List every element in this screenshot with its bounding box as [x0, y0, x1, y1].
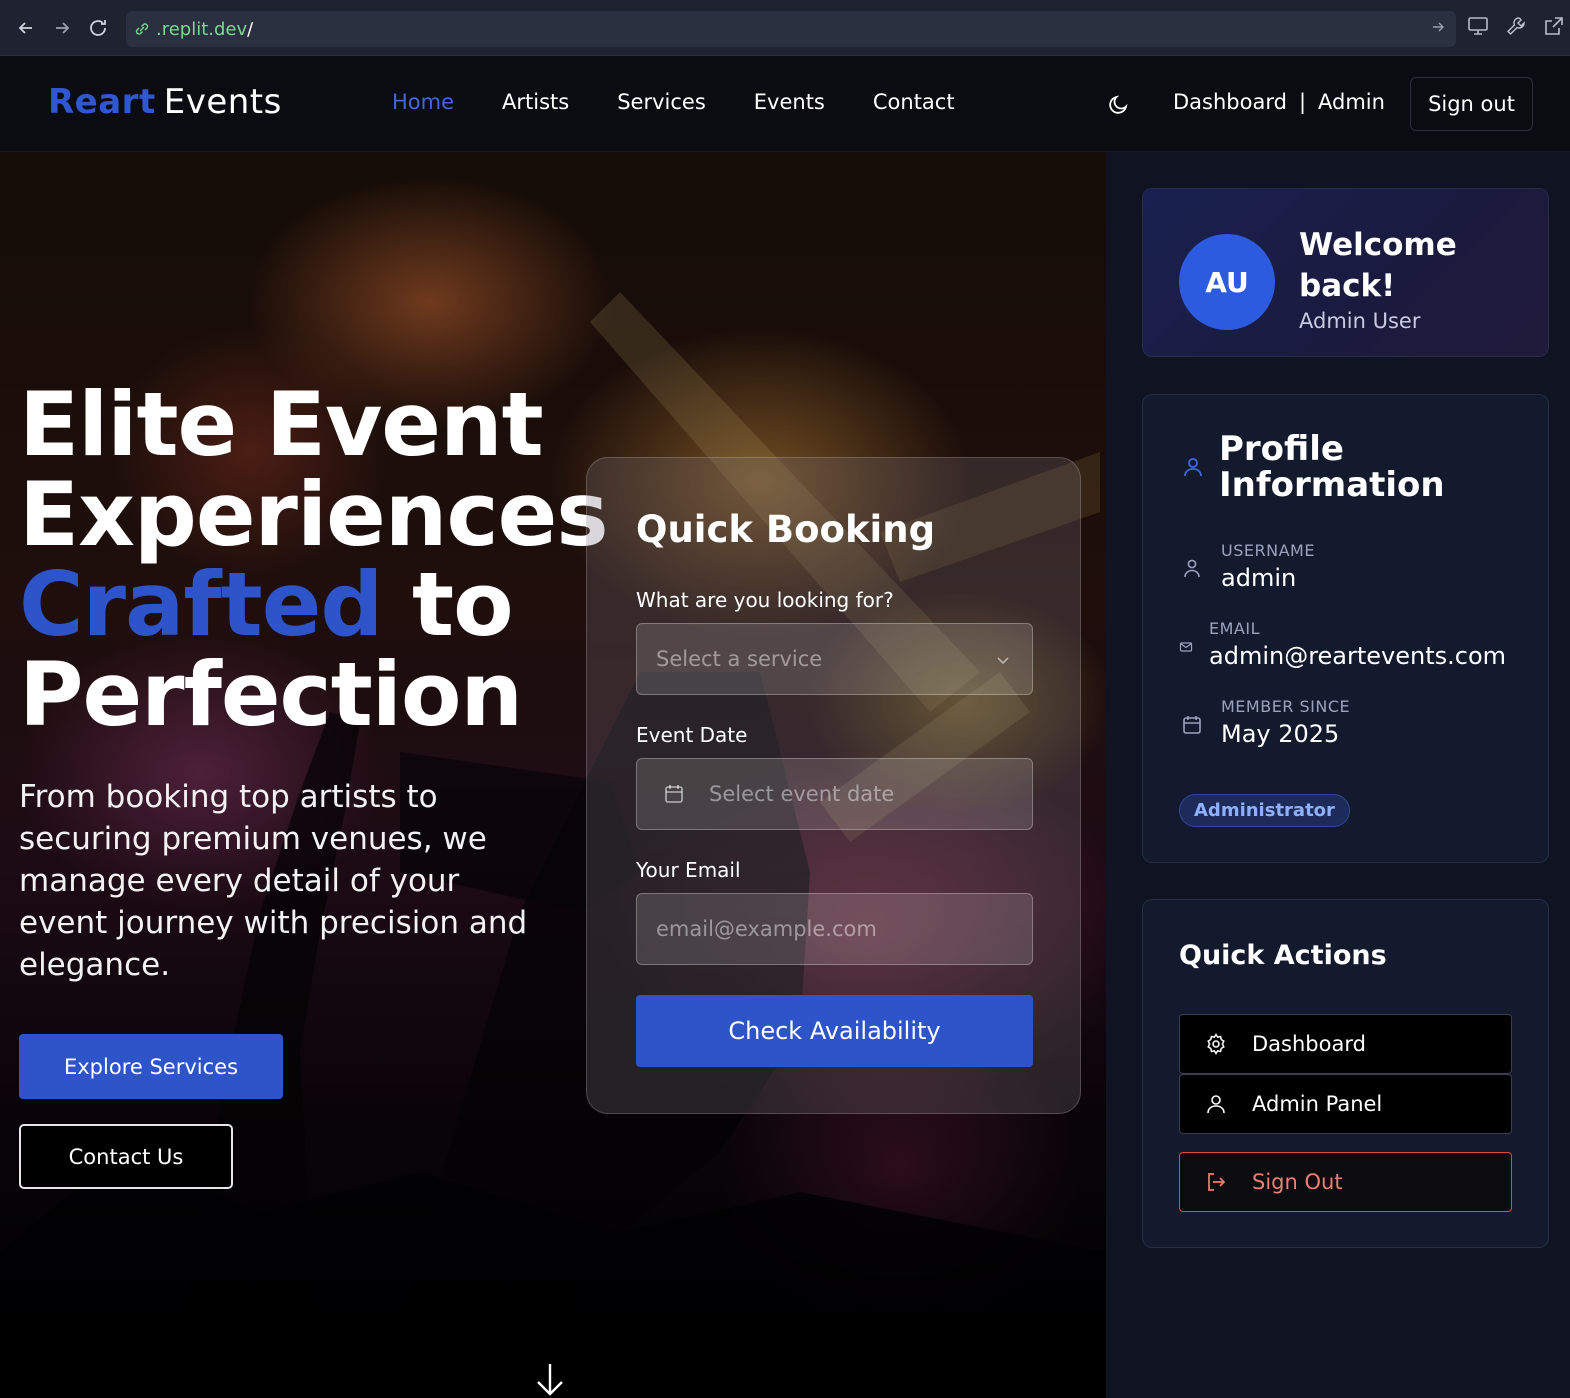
role-badge: Administrator: [1179, 794, 1350, 827]
user-icon: [1181, 455, 1205, 479]
username-field: USERNAME admin: [1221, 541, 1315, 592]
user-side-panel: AU Welcome back! Admin User Profile Info…: [1106, 152, 1570, 1398]
hero-heading-accent: Crafted: [19, 553, 383, 656]
monitor-icon[interactable]: [1466, 14, 1490, 38]
service-select-placeholder: Select a service: [656, 647, 823, 671]
event-date-placeholder: Select event date: [709, 782, 895, 806]
hero-heading-line2: Experiences: [19, 463, 609, 566]
logout-icon: [1204, 1170, 1228, 1194]
email-placeholder: email@example.com: [656, 917, 877, 941]
nav-link-services[interactable]: Services: [617, 90, 706, 114]
service-label: What are you looking for?: [636, 588, 894, 612]
moon-icon[interactable]: [1106, 91, 1132, 117]
wrench-icon[interactable]: [1504, 14, 1528, 38]
quick-actions-card: Quick Actions Dashboard Admin Panel Sign…: [1142, 899, 1549, 1248]
browser-toolbar: .replit.dev/: [0, 0, 1570, 56]
hero-section: Elite Event Experiences Crafted to Perfe…: [0, 152, 1106, 1398]
calendar-icon: [1181, 714, 1203, 736]
scroll-down-icon[interactable]: [532, 1362, 568, 1398]
hero-heading-line1: Elite Event: [19, 373, 544, 476]
nav-admin-link[interactable]: Admin: [1318, 90, 1385, 114]
username-icon: [1181, 557, 1203, 579]
service-select[interactable]: Select a service: [636, 623, 1033, 695]
hero-heading: Elite Event Experiences Crafted to Perfe…: [19, 373, 609, 746]
user-nav: Dashboard | Admin: [1173, 90, 1385, 114]
email-value: admin@reartevents.com: [1209, 642, 1507, 670]
member-since-field: MEMBER SINCE May 2025: [1221, 697, 1350, 748]
email-field: EMAIL admin@reartevents.com: [1209, 619, 1506, 670]
quick-booking-title: Quick Booking: [636, 508, 936, 551]
url-domain: .replit.dev: [156, 18, 248, 40]
reload-icon[interactable]: [80, 10, 116, 46]
external-link-icon[interactable]: [1542, 14, 1566, 38]
sign-out-action-button[interactable]: Sign Out: [1179, 1152, 1512, 1212]
link-icon: [134, 20, 152, 38]
site-logo[interactable]: Reart Events: [48, 82, 282, 122]
welcome-user-name: Admin User: [1299, 309, 1421, 333]
email-input[interactable]: email@example.com: [636, 893, 1033, 965]
username-label: USERNAME: [1221, 541, 1315, 560]
email-label: Your Email: [636, 858, 741, 882]
nav-link-home[interactable]: Home: [392, 90, 454, 114]
sign-out-action-label: Sign Out: [1252, 1170, 1343, 1194]
nav-link-contact[interactable]: Contact: [873, 90, 955, 114]
contact-us-button[interactable]: Contact Us: [19, 1124, 233, 1189]
go-arrow-icon[interactable]: [1430, 19, 1446, 39]
email-label: EMAIL: [1209, 619, 1260, 638]
welcome-title: Welcome back!: [1299, 227, 1457, 304]
forward-icon[interactable]: [44, 10, 80, 46]
nav-dashboard-link[interactable]: Dashboard: [1173, 90, 1287, 114]
site-header: Reart Events Home Artists Services Events…: [0, 56, 1570, 152]
admin-panel-action-label: Admin Panel: [1252, 1092, 1383, 1116]
hero-heading-line4: Perfection: [19, 643, 523, 746]
member-since-label: MEMBER SINCE: [1221, 697, 1351, 716]
nav-link-events[interactable]: Events: [754, 90, 825, 114]
check-availability-button[interactable]: Check Availability: [636, 995, 1033, 1067]
event-date-label: Event Date: [636, 723, 748, 747]
explore-services-button[interactable]: Explore Services: [19, 1034, 283, 1099]
quick-booking-card: Quick Booking What are you looking for? …: [586, 457, 1081, 1114]
address-bar[interactable]: .replit.dev/: [126, 11, 1456, 47]
back-icon[interactable]: [8, 10, 44, 46]
nav-separator: |: [1298, 90, 1307, 114]
profile-card: Profile Information USERNAME admin EMAIL…: [1142, 394, 1549, 863]
browser-tools: [1466, 14, 1570, 38]
hero-subtitle: From booking top artists to securing pre…: [19, 779, 528, 983]
dashboard-action-label: Dashboard: [1252, 1032, 1366, 1056]
username-value: admin: [1221, 564, 1297, 592]
member-since-value: May 2025: [1221, 720, 1340, 748]
url-text: .replit.dev/: [156, 19, 253, 40]
avatar: AU: [1179, 234, 1275, 330]
chevron-down-icon: [994, 650, 1012, 668]
user-icon: [1204, 1092, 1228, 1116]
signout-button[interactable]: Sign out: [1410, 77, 1533, 131]
quick-actions-title: Quick Actions: [1179, 940, 1387, 971]
calendar-icon: [663, 783, 685, 805]
profile-title: Profile Information: [1219, 429, 1445, 505]
url-path: /: [247, 18, 254, 40]
mail-icon: [1179, 639, 1193, 653]
hero-heading-line3: Crafted to: [19, 560, 608, 650]
dashboard-action-button[interactable]: Dashboard: [1179, 1014, 1512, 1074]
welcome-card: AU Welcome back! Admin User: [1142, 188, 1549, 357]
logo-brand: Reart: [48, 82, 156, 122]
admin-panel-action-button[interactable]: Admin Panel: [1179, 1074, 1512, 1134]
hero-heading-line3-rest: to: [412, 553, 514, 656]
nav-link-artists[interactable]: Artists: [502, 90, 569, 114]
main-nav: Home Artists Services Events Contact: [392, 90, 955, 114]
event-date-input[interactable]: Select event date: [636, 758, 1033, 830]
logo-suffix: Events: [163, 82, 282, 122]
gear-icon: [1204, 1032, 1228, 1056]
